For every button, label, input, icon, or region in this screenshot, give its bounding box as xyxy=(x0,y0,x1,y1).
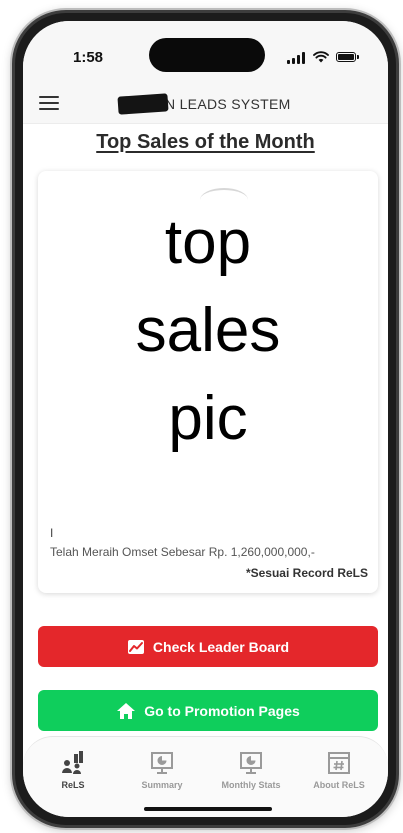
bottom-navigation: ReLS Summary Monthly Stats About ReLS xyxy=(23,736,388,817)
page-title: Top Sales of the Month xyxy=(96,131,315,153)
app-title-text: N LEADS SYSTEM xyxy=(165,96,291,112)
picture-label-line: top xyxy=(164,208,252,277)
battery-icon xyxy=(336,52,359,62)
cellular-signal-icon xyxy=(287,52,307,64)
nav-item-monthly-stats[interactable]: Monthly Stats xyxy=(211,751,291,790)
nav-label: Summary xyxy=(141,780,183,790)
nav-label: ReLS xyxy=(61,780,85,790)
top-sales-picture: top sales pic xyxy=(38,199,378,463)
picture-label-line: sales xyxy=(135,296,281,365)
hamburger-menu-icon[interactable] xyxy=(39,96,59,110)
nav-item-about-rels[interactable]: About ReLS xyxy=(299,751,379,790)
redaction-mark xyxy=(117,93,169,115)
go-to-promotion-button[interactable]: Go to Promotion Pages xyxy=(38,690,378,731)
home-icon xyxy=(117,702,136,719)
check-leader-board-label: Check Leader Board xyxy=(152,638,290,655)
hashtag-window-icon xyxy=(328,752,350,774)
app-title: N LEADS SYSTEM xyxy=(117,93,291,115)
status-bar: 1:58 xyxy=(23,21,388,85)
nav-item-summary[interactable]: Summary xyxy=(122,751,202,790)
line-chart-icon xyxy=(127,639,144,654)
phone-frame: 1:58 N LEADS SYSTEM Top Sales of the Mon… xyxy=(12,10,399,828)
nav-item-rels[interactable]: ReLS xyxy=(33,751,113,790)
go-to-promotion-label: Go to Promotion Pages xyxy=(144,702,300,719)
picture-label-line: pic xyxy=(168,384,248,453)
top-sales-card: top sales pic I Telah Meraih Omset Sebes… xyxy=(38,171,378,593)
check-leader-board-button[interactable]: Check Leader Board xyxy=(38,626,378,667)
nav-label: Monthly Stats xyxy=(221,780,281,790)
presentation-icon xyxy=(151,752,173,774)
people-chart-icon xyxy=(62,751,83,774)
presentation-icon xyxy=(240,752,262,774)
home-indicator[interactable] xyxy=(144,807,272,811)
app-screen: 1:58 N LEADS SYSTEM Top Sales of the Mon… xyxy=(23,21,388,817)
wifi-icon xyxy=(313,51,329,63)
omset-text: Telah Meraih Omset Sebesar Rp. 1,260,000… xyxy=(50,545,315,559)
nav-label: About ReLS xyxy=(313,780,365,790)
dynamic-island xyxy=(149,38,265,72)
record-note: *Sesuai Record ReLS xyxy=(245,566,368,580)
app-header: N LEADS SYSTEM xyxy=(23,85,388,124)
status-time: 1:58 xyxy=(73,49,104,66)
top-sales-name: I xyxy=(50,526,54,540)
